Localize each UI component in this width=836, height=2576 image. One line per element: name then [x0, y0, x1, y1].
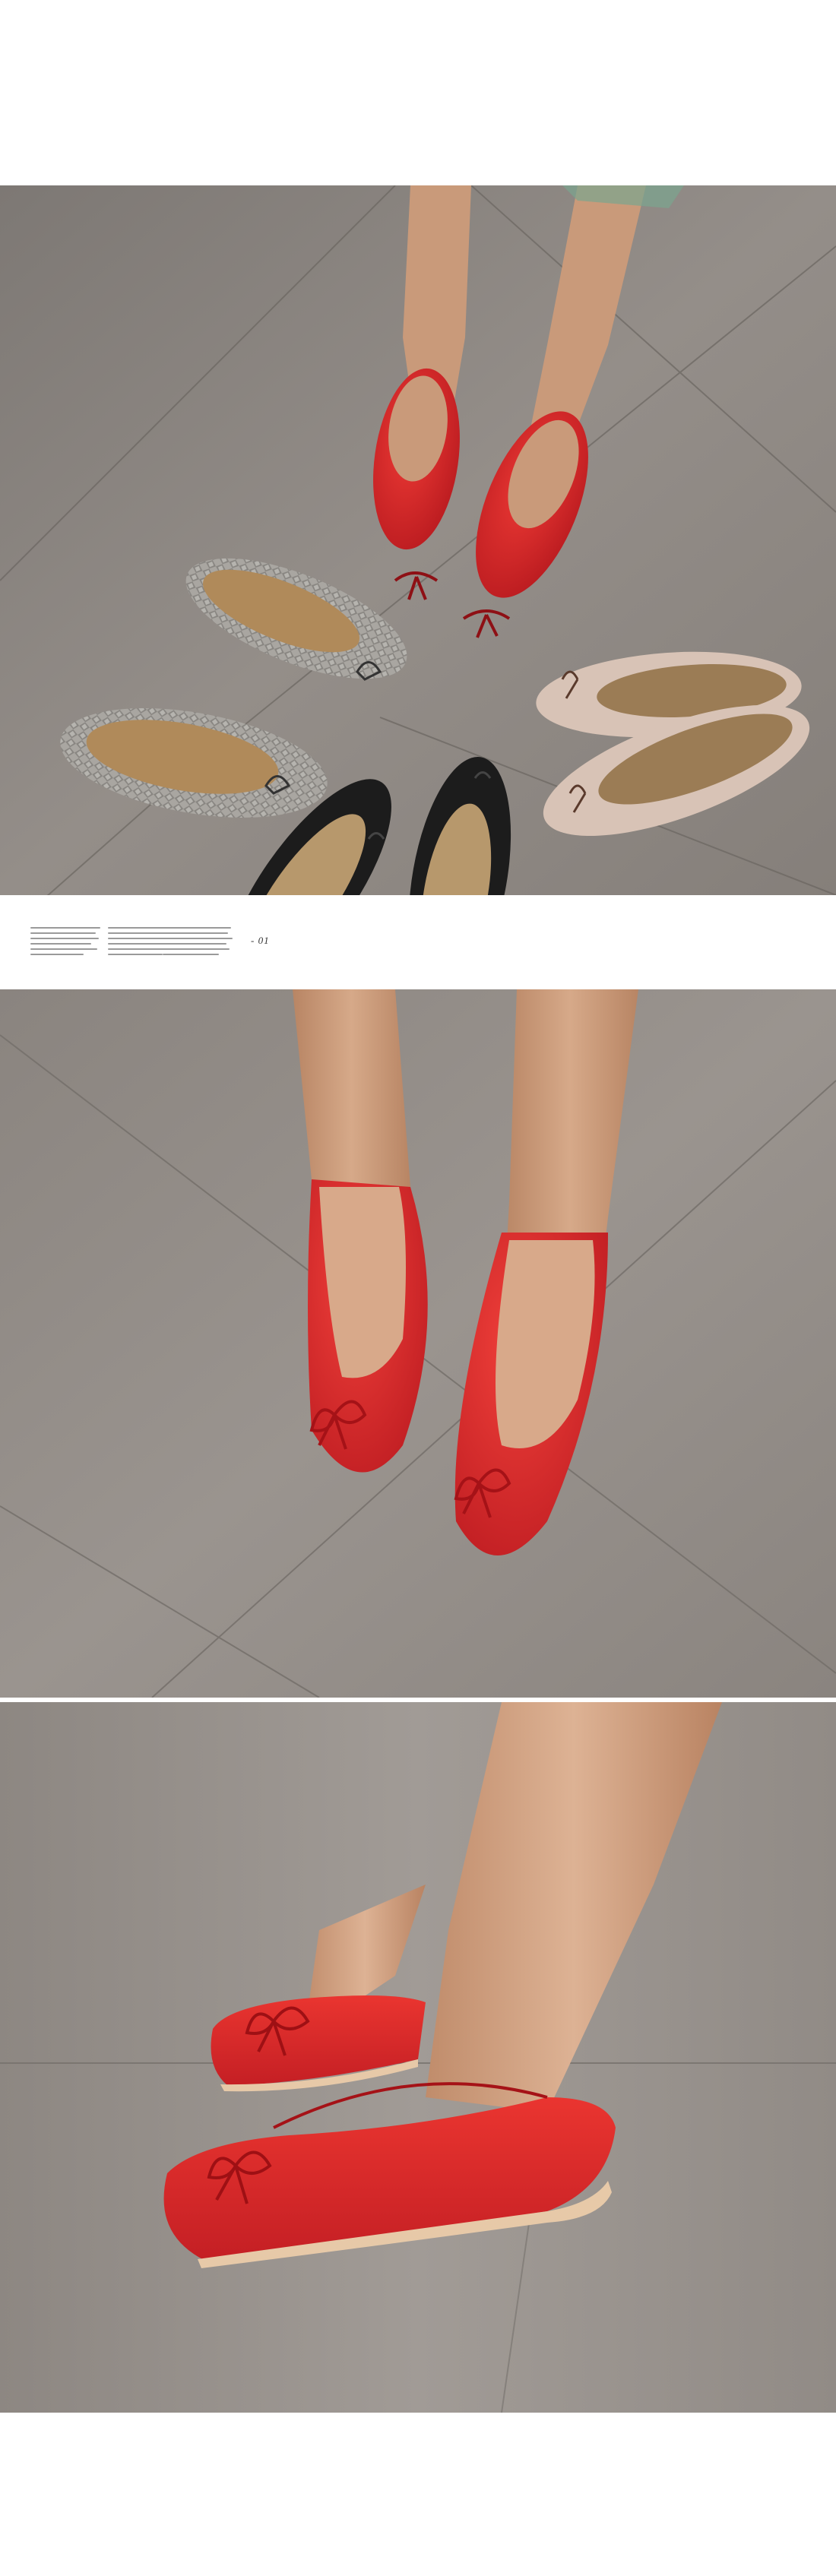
- product-photo-worn-top: [0, 989, 836, 1698]
- product-photo-worn-side: [0, 1702, 836, 2413]
- caption-text-block: [30, 927, 106, 959]
- caption-number: - 01: [251, 935, 270, 946]
- caption-strip: - 01: [0, 895, 836, 989]
- product-photo-overhead: [0, 185, 836, 895]
- caption-text-block: [163, 927, 239, 959]
